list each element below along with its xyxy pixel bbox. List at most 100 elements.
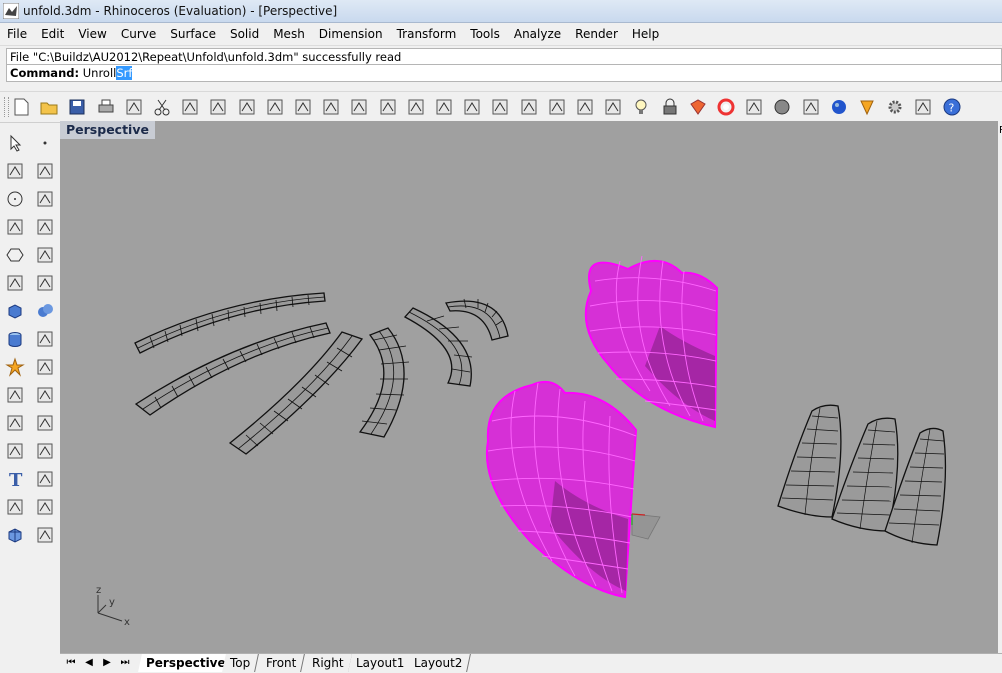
circle-icon[interactable] (4, 188, 26, 210)
menu-solid[interactable]: Solid (223, 27, 266, 41)
tab-top[interactable]: Top (222, 654, 260, 672)
text-icon[interactable]: T (4, 468, 26, 490)
grid-snap-icon[interactable] (912, 96, 934, 118)
hatch-icon[interactable] (34, 524, 56, 546)
menu-file[interactable]: File (0, 27, 34, 41)
dimension-icon[interactable] (34, 468, 56, 490)
import-icon[interactable] (123, 96, 145, 118)
menu-surface[interactable]: Surface (163, 27, 223, 41)
move-icon[interactable] (4, 440, 26, 462)
tab-perspective[interactable]: Perspective (138, 654, 235, 672)
tab-layout1[interactable]: Layout1 (348, 654, 414, 672)
display-mode-sphere-icon[interactable] (800, 96, 822, 118)
tab-front[interactable]: Front (258, 654, 306, 672)
first-tab-arrow-icon[interactable]: ⏮ (64, 656, 78, 670)
align-icon[interactable] (34, 384, 56, 406)
cut-icon[interactable] (151, 96, 173, 118)
viewport-title-label[interactable]: Perspective (60, 121, 155, 139)
command-autocomplete-suggestion[interactable]: Srf (116, 66, 133, 80)
options-gear-icon[interactable] (884, 96, 906, 118)
paste-icon[interactable] (207, 96, 229, 118)
snap-icon[interactable] (856, 96, 878, 118)
unrolled-arc-strip-5[interactable] (403, 307, 473, 387)
rectangle-icon[interactable] (34, 216, 56, 238)
menu-transform[interactable]: Transform (390, 27, 464, 41)
scale-icon[interactable] (34, 440, 56, 462)
zoom-icon[interactable] (320, 96, 342, 118)
hexagon-icon[interactable] (4, 244, 26, 266)
polygon-icon[interactable] (4, 216, 26, 238)
unrolled-petal-2[interactable] (831, 417, 899, 532)
menu-edit[interactable]: Edit (34, 27, 71, 41)
array-icon[interactable] (34, 412, 56, 434)
point-icon[interactable] (34, 132, 56, 154)
explode-icon[interactable] (4, 356, 26, 378)
command-line[interactable]: Command: UnrollSrf (6, 64, 1002, 82)
zoom-extents-icon[interactable] (377, 96, 399, 118)
new-file-icon[interactable] (10, 96, 32, 118)
car-render-icon[interactable] (489, 96, 511, 118)
block-icon[interactable] (4, 496, 26, 518)
group-icon[interactable] (4, 412, 26, 434)
menu-curve[interactable]: Curve (114, 27, 163, 41)
mesh-box-icon[interactable] (4, 524, 26, 546)
zoom-window-icon[interactable] (348, 96, 370, 118)
split-icon[interactable] (34, 356, 56, 378)
unrolled-petal-1[interactable] (777, 404, 842, 518)
menu-help[interactable]: Help (625, 27, 666, 41)
toolbar-grip[interactable] (4, 97, 9, 117)
save-icon[interactable] (66, 96, 88, 118)
material-icon[interactable] (687, 96, 709, 118)
arc-icon[interactable] (34, 188, 56, 210)
perspective-viewport[interactable]: z y x Perspective (60, 121, 998, 653)
unrolled-arc-strip-4[interactable] (358, 327, 410, 438)
polyline-icon[interactable] (4, 160, 26, 182)
menu-dimension[interactable]: Dimension (312, 27, 390, 41)
print-icon[interactable] (95, 96, 117, 118)
undo-view-icon[interactable] (433, 96, 455, 118)
light-icon[interactable] (630, 96, 652, 118)
car-wire-icon[interactable] (518, 96, 540, 118)
viewport-scene[interactable]: z y x (60, 121, 998, 653)
menu-render[interactable]: Render (568, 27, 625, 41)
tab-right[interactable]: Right (304, 654, 353, 672)
trim-icon[interactable] (4, 384, 26, 406)
box-icon[interactable] (4, 300, 26, 322)
undo-icon[interactable] (236, 96, 258, 118)
rendered-sphere-icon[interactable] (771, 96, 793, 118)
menu-tools[interactable]: Tools (463, 27, 507, 41)
menu-analyze[interactable]: Analyze (507, 27, 568, 41)
lock-icon[interactable] (659, 96, 681, 118)
prev-tab-arrow-icon[interactable]: ◀ (82, 656, 96, 670)
blue-sphere-icon[interactable] (828, 96, 850, 118)
zoom-selected-icon[interactable] (405, 96, 427, 118)
select-arrow-icon[interactable] (4, 132, 26, 154)
next-tab-arrow-icon[interactable]: ▶ (100, 656, 114, 670)
point-on-icon[interactable] (574, 96, 596, 118)
selected-dome-surface-lower[interactable] (486, 380, 638, 599)
tab-layout2[interactable]: Layout2 (406, 654, 472, 672)
gumball-icon[interactable] (602, 96, 624, 118)
sweep-icon[interactable] (34, 496, 56, 518)
menu-view[interactable]: View (71, 27, 113, 41)
copy-icon[interactable] (179, 96, 201, 118)
boolean-union-icon[interactable] (34, 300, 56, 322)
unrolled-arc-strip-1[interactable] (134, 292, 326, 354)
rotate-view-icon[interactable] (292, 96, 314, 118)
construction-plane-icon[interactable] (546, 96, 568, 118)
last-tab-arrow-icon[interactable]: ⏭ (118, 656, 132, 670)
curve-icon[interactable] (34, 160, 56, 182)
unrolled-arc-strip-6[interactable] (445, 298, 509, 341)
cylinder-icon[interactable] (4, 328, 26, 350)
selected-dome-surface-upper[interactable] (584, 255, 719, 429)
color-wheel-icon[interactable] (715, 96, 737, 118)
four-viewports-icon[interactable] (461, 96, 483, 118)
wireframe-sphere-icon[interactable] (743, 96, 765, 118)
rhino-app-icon[interactable] (3, 3, 19, 19)
pan-hand-icon[interactable] (264, 96, 286, 118)
surface-corner-icon[interactable] (4, 272, 26, 294)
extrude-surface-icon[interactable] (34, 328, 56, 350)
fillet-curve-icon[interactable] (34, 244, 56, 266)
help-icon[interactable]: ? (941, 96, 963, 118)
loft-icon[interactable] (34, 272, 56, 294)
